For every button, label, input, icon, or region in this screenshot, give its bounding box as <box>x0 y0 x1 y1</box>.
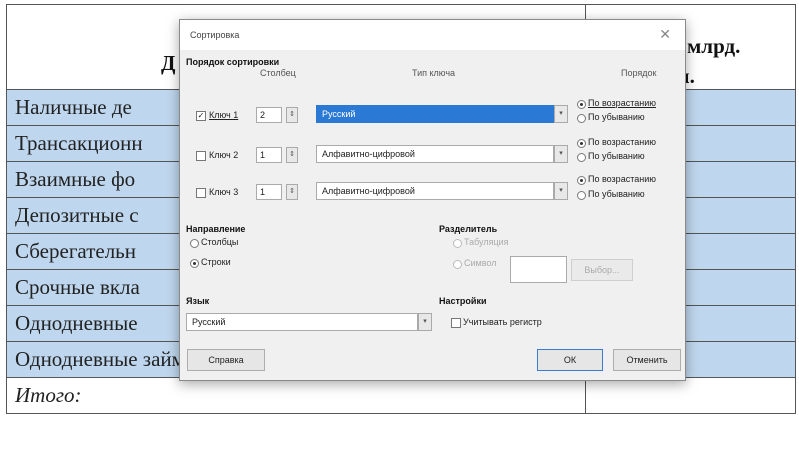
help-button[interactable]: Справка <box>187 349 265 371</box>
separator-tab-radio[interactable] <box>453 239 462 248</box>
key-2-ascending-radio[interactable] <box>577 139 586 148</box>
key-3-checkbox[interactable] <box>196 188 206 198</box>
key-3-column-spinner[interactable]: 1 <box>256 184 282 200</box>
spin-arrows-icon[interactable]: ⇕ <box>286 184 298 200</box>
key-3-ascending-label: По возрастанию <box>588 174 656 184</box>
row-label: Итого: <box>15 383 82 407</box>
direction-heading: Направление <box>186 224 246 234</box>
separator-heading: Разделитель <box>439 224 498 234</box>
key-2-descending-radio[interactable] <box>577 153 586 162</box>
language-dropdown[interactable]: Русский <box>186 313 418 331</box>
row-label: Трансакционн <box>15 131 143 155</box>
row-label: Срочные вкла <box>15 275 140 299</box>
chevron-down-icon[interactable]: ▾ <box>554 145 568 163</box>
key-3-label: Ключ 3 <box>209 187 239 197</box>
chevron-down-icon[interactable]: ▾ <box>554 182 568 200</box>
direction-columns-radio[interactable] <box>190 239 199 248</box>
direction-rows-label: Строки <box>201 257 231 267</box>
key-1-type-dropdown[interactable]: Русский <box>316 105 554 123</box>
key-1-ascending-label: По возрастанию <box>588 98 656 108</box>
direction-columns-label: Столбцы <box>201 237 239 247</box>
select-button[interactable]: Выбор... <box>571 259 633 281</box>
key-2-ascending-label: По возрастанию <box>588 137 656 147</box>
separator-tab-label: Табуляция <box>464 237 509 247</box>
key-1-descending-label: По убыванию <box>588 112 645 122</box>
key-1-column-spinner[interactable]: 2 <box>256 107 282 123</box>
key-1-ascending-radio[interactable] <box>577 100 586 109</box>
sort-dialog: Сортировка ✕ Порядок сортировки Столбец … <box>179 19 686 381</box>
key-3-ascending-radio[interactable] <box>577 176 586 185</box>
column-header-order: Порядок <box>621 68 657 78</box>
key-2-checkbox[interactable] <box>196 151 206 161</box>
row-label: Взаимные фо <box>15 167 136 191</box>
separator-symbol-input[interactable] <box>510 256 567 283</box>
key-2-type-dropdown[interactable]: Алфавитно-цифровой <box>316 145 554 163</box>
spin-arrows-icon[interactable]: ⇕ <box>286 107 298 123</box>
table-row-total[interactable]: Итого: <box>6 378 796 414</box>
row-label: Сберегательн <box>15 239 136 263</box>
separator-symbol-radio[interactable] <box>453 260 462 269</box>
close-icon[interactable]: ✕ <box>659 26 671 43</box>
sort-order-heading: Порядок сортировки <box>186 57 280 67</box>
key-2-descending-label: По убыванию <box>588 151 645 161</box>
key-3-descending-radio[interactable] <box>577 191 586 200</box>
key-1-checkbox[interactable]: ✓ <box>196 111 206 121</box>
table-header-left-text: Д <box>161 51 176 75</box>
language-heading: Язык <box>186 296 210 306</box>
dialog-titlebar[interactable]: Сортировка ✕ <box>180 20 685 50</box>
spin-arrows-icon[interactable]: ⇕ <box>286 147 298 163</box>
column-header-key-type: Тип ключа <box>412 68 456 78</box>
row-label: Однодневные <box>15 311 138 335</box>
key-3-descending-label: По убыванию <box>588 189 645 199</box>
key-3-type-dropdown[interactable]: Алфавитно-цифровой <box>316 182 554 200</box>
key-1-descending-radio[interactable] <box>577 114 586 123</box>
chevron-down-icon[interactable]: ▾ <box>554 105 568 123</box>
row-label: Депозитные с <box>15 203 139 227</box>
case-sensitive-checkbox[interactable] <box>451 318 461 328</box>
key-2-label: Ключ 2 <box>209 150 239 160</box>
case-sensitive-label: Учитывать регистр <box>463 317 542 327</box>
settings-heading: Настройки <box>439 296 487 306</box>
column-header-column: Столбец <box>260 68 296 78</box>
dialog-title: Сортировка <box>190 30 240 40</box>
chevron-down-icon[interactable]: ▾ <box>418 313 432 331</box>
direction-rows-radio[interactable] <box>190 259 199 268</box>
cancel-button[interactable]: Отменить <box>613 349 681 371</box>
row-label: Наличные де <box>15 95 132 119</box>
key-1-label: Ключ 1 <box>209 110 239 120</box>
separator-symbol-label: Символ <box>464 258 497 268</box>
ok-button[interactable]: ОК <box>537 349 603 371</box>
key-2-column-spinner[interactable]: 1 <box>256 147 282 163</box>
